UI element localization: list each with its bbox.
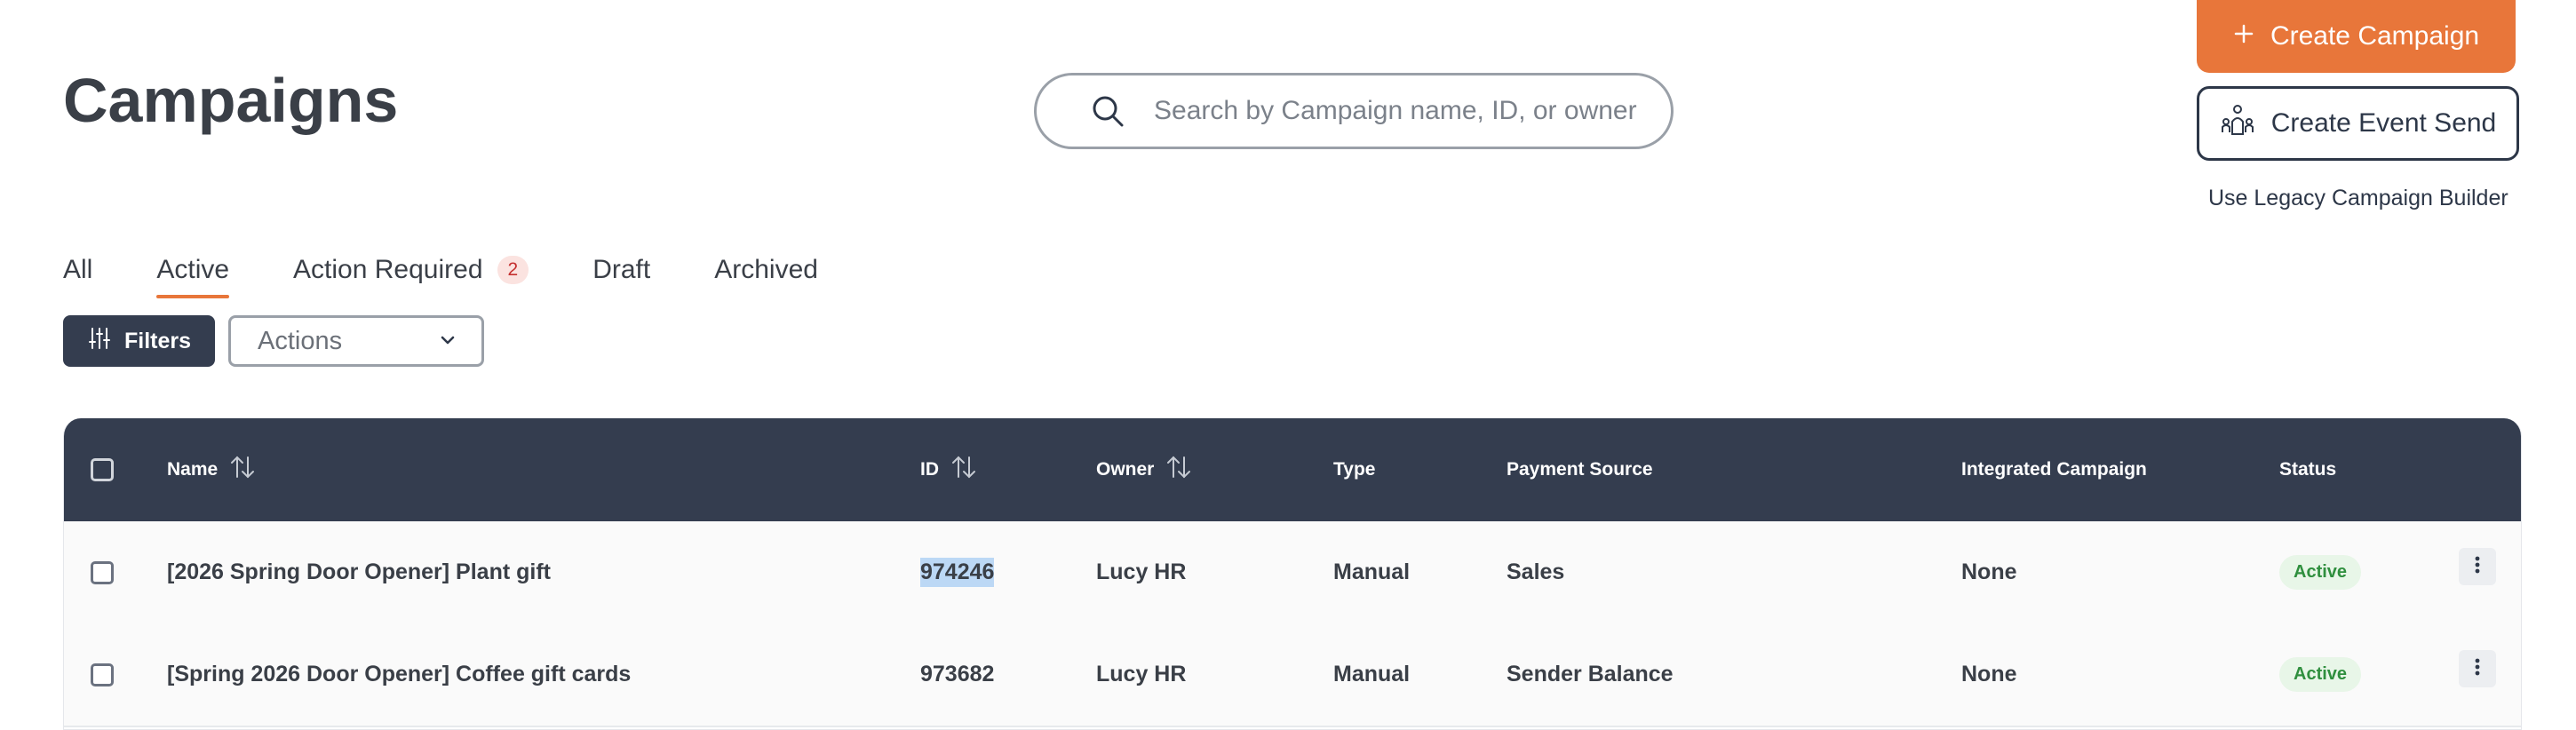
- filters-label: Filters: [123, 328, 192, 353]
- campaign-id-text: 974246: [920, 558, 995, 587]
- status-cell: Active: [2279, 521, 2362, 623]
- campaign-payment-source: Sender Balance: [1507, 662, 1674, 686]
- tab-active[interactable]: Active: [156, 252, 230, 298]
- campaign-payment-source: Sales: [1507, 559, 1565, 584]
- column-header-type: Type: [1333, 418, 1375, 521]
- column-id-label: ID: [920, 459, 939, 480]
- row-checkbox[interactable]: [91, 663, 114, 686]
- campaign-owner: Lucy HR: [1096, 662, 1187, 686]
- column-header-owner[interactable]: Owner: [1096, 418, 1193, 521]
- event-send-icon: [2220, 102, 2255, 145]
- search-icon: [1088, 91, 1127, 131]
- tab-all[interactable]: All: [63, 252, 92, 288]
- action-required-count-badge: 2: [497, 256, 529, 284]
- actions-label: Actions: [258, 326, 343, 355]
- status-badge: Active: [2279, 555, 2362, 590]
- column-header-name[interactable]: Name: [167, 418, 257, 521]
- tab-action-required[interactable]: Action Required 2: [293, 252, 529, 288]
- create-event-send-button[interactable]: Create Event Send: [2197, 86, 2519, 161]
- campaign-id: 974246: [920, 521, 995, 623]
- column-name-label: Name: [167, 459, 219, 480]
- tab-active-label: Active: [156, 255, 230, 284]
- tab-draft[interactable]: Draft: [592, 252, 650, 288]
- column-header-id[interactable]: ID: [920, 418, 978, 521]
- tab-archived-label: Archived: [714, 255, 818, 284]
- sort-icon[interactable]: [950, 454, 978, 486]
- column-type-label: Type: [1333, 459, 1376, 480]
- campaign-name[interactable]: [Spring 2026 Door Opener] Coffee gift ca…: [167, 623, 631, 726]
- table-row[interactable]: [2026 Spring Door Opener] Plant gift 974…: [64, 521, 2521, 625]
- column-header-payment-source: Payment Source: [1507, 418, 1653, 521]
- legacy-campaign-builder-link[interactable]: Use Legacy Campaign Builder: [2208, 186, 2508, 211]
- table-header: Name ID Owner Type Payment Source Integr…: [64, 418, 2521, 521]
- column-header-status: Status: [2279, 418, 2336, 521]
- campaign-owner: Lucy HR: [1096, 559, 1187, 584]
- create-event-send-label: Create Event Send: [2270, 108, 2497, 138]
- column-integrated-label: Integrated Campaign: [1961, 459, 2147, 480]
- column-owner-label: Owner: [1096, 459, 1155, 480]
- campaign-name[interactable]: [2026 Spring Door Opener] Plant gift: [167, 521, 551, 623]
- create-campaign-button[interactable]: Create Campaign: [2197, 0, 2516, 73]
- kebab-menu-icon: [2474, 657, 2481, 681]
- filter-sliders-icon: [87, 326, 112, 357]
- kebab-menu-icon: [2474, 555, 2481, 579]
- status-badge: Active: [2279, 657, 2362, 692]
- chevron-down-icon: [439, 327, 457, 356]
- campaign-integrated: None: [1961, 559, 2017, 584]
- sort-icon[interactable]: [228, 454, 257, 486]
- row-menu-button[interactable]: [2459, 650, 2496, 687]
- table-row[interactable]: [Spring 2026 Door Opener] Coffee gift ca…: [64, 623, 2521, 727]
- plus-icon: [2233, 21, 2254, 52]
- campaign-id: 973682: [920, 662, 995, 686]
- create-campaign-label: Create Campaign: [2270, 21, 2480, 51]
- status-tabs: All Active Action Required 2 Draft Archi…: [63, 252, 882, 298]
- page-title: Campaigns: [63, 66, 399, 135]
- select-all-cell: [91, 418, 114, 521]
- status-cell: Active: [2279, 623, 2362, 726]
- column-status-label: Status: [2279, 459, 2337, 480]
- tab-draft-label: Draft: [592, 255, 651, 284]
- column-payment-source-label: Payment Source: [1507, 459, 1653, 480]
- column-header-integrated-campaign: Integrated Campaign: [1961, 418, 2147, 521]
- filters-button[interactable]: Filters: [63, 315, 215, 367]
- search-bar[interactable]: [1034, 73, 1674, 149]
- row-menu-button[interactable]: [2459, 548, 2496, 585]
- campaigns-table: Name ID Owner Type Payment Source Integr…: [63, 418, 2522, 730]
- campaign-integrated: None: [1961, 662, 2017, 686]
- select-all-checkbox[interactable]: [91, 458, 114, 481]
- campaign-type: Manual: [1333, 559, 1411, 584]
- campaign-type: Manual: [1333, 662, 1411, 686]
- tab-archived[interactable]: Archived: [714, 252, 818, 288]
- sort-icon[interactable]: [1165, 454, 1193, 486]
- tab-all-label: All: [63, 255, 93, 284]
- row-select-cell: [91, 521, 114, 623]
- row-checkbox[interactable]: [91, 560, 114, 584]
- actions-dropdown[interactable]: Actions: [228, 315, 484, 367]
- tab-action-required-label: Action Required: [293, 255, 483, 284]
- row-select-cell: [91, 623, 114, 726]
- search-input[interactable]: [1152, 95, 1653, 127]
